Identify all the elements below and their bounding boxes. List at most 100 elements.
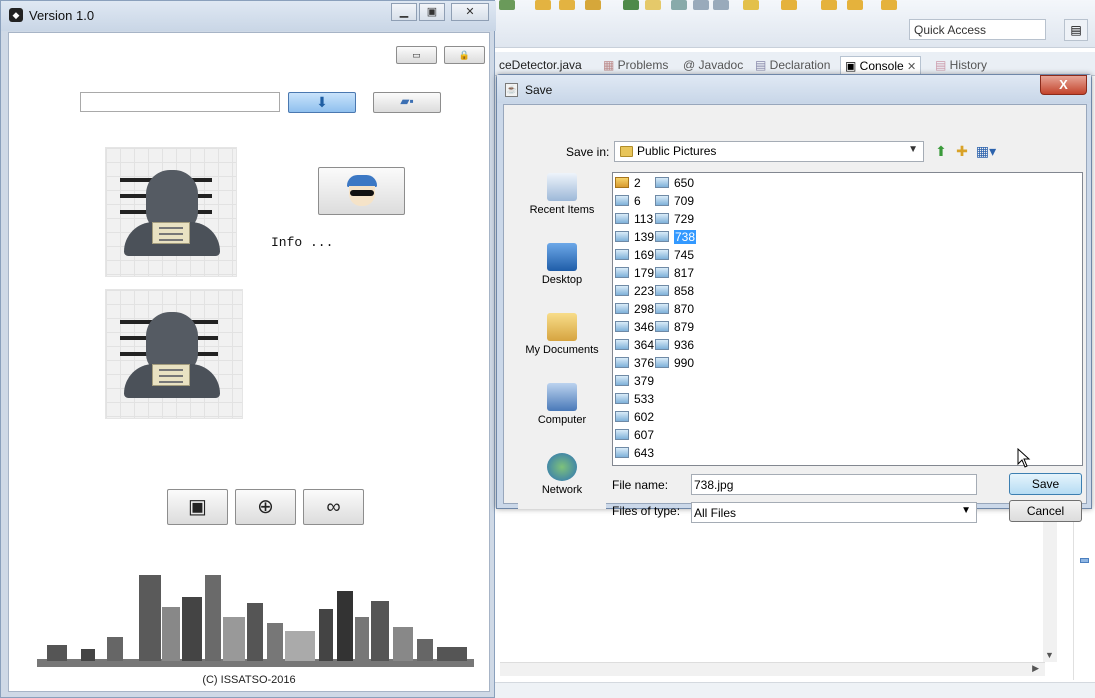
- file-list[interactable]: 2 6 113 139 169 179 223 298 346 364 376 379 533 602 60…: [612, 172, 1083, 466]
- close-icon[interactable]: ✕: [907, 61, 916, 73]
- file-item[interactable]: 607: [615, 427, 654, 443]
- file-item[interactable]: 709: [655, 193, 694, 209]
- file-name: 738: [674, 230, 697, 244]
- file-item[interactable]: 936: [655, 337, 694, 353]
- file-item[interactable]: 879: [655, 319, 694, 335]
- up-arrow-icon[interactable]: [781, 0, 797, 10]
- scroll-right-icon[interactable]: ▶: [1032, 663, 1039, 674]
- columns-icon[interactable]: [713, 0, 729, 10]
- run-icon[interactable]: [499, 0, 515, 10]
- id-badge-button[interactable]: ▣: [167, 489, 228, 525]
- download-button[interactable]: ⬇: [288, 92, 356, 113]
- file-item[interactable]: 858: [655, 283, 694, 299]
- file-name: 6: [634, 194, 641, 208]
- place-desktop[interactable]: Desktop: [518, 243, 606, 286]
- back-arrow-icon[interactable]: [821, 0, 837, 10]
- file-item[interactable]: 2: [615, 175, 641, 191]
- file-item[interactable]: 379: [615, 373, 654, 389]
- path-input[interactable]: [80, 92, 280, 112]
- file-item[interactable]: 729: [655, 211, 694, 227]
- file-item[interactable]: 298: [615, 301, 654, 317]
- tab-console[interactable]: ▣ Console ✕: [840, 56, 922, 76]
- image-file-icon: [615, 339, 629, 350]
- back-icon[interactable]: [847, 0, 863, 10]
- mugshot-image-bottom: [105, 289, 243, 419]
- tab-history[interactable]: ▤ History: [935, 56, 987, 76]
- view-menu-icon[interactable]: ▦▾: [974, 143, 998, 159]
- camera-button[interactable]: ▰▪: [373, 92, 441, 113]
- pin-icon[interactable]: [623, 0, 639, 10]
- file-item[interactable]: 870: [655, 301, 694, 317]
- image-file-icon: [615, 321, 629, 332]
- tab-declaration-label: Declaration: [769, 58, 831, 72]
- file-item[interactable]: 602: [615, 409, 654, 425]
- file-item[interactable]: 364: [615, 337, 654, 353]
- place-my-documents[interactable]: My Documents: [518, 313, 606, 356]
- place-computer[interactable]: Computer: [518, 383, 606, 426]
- dialog-titlebar: ☕ Save X: [497, 75, 1091, 103]
- save-button[interactable]: Save: [1009, 473, 1082, 495]
- folder-icon[interactable]: [559, 0, 575, 10]
- file-name: 298: [634, 302, 655, 316]
- tab-problems[interactable]: ▦ Problems: [603, 56, 668, 76]
- open-perspective-icon[interactable]: ▤: [1064, 19, 1088, 41]
- file-item[interactable]: 113: [615, 211, 653, 227]
- ruler-marker[interactable]: [1080, 558, 1089, 563]
- maximize-button[interactable]: ▣: [419, 3, 445, 21]
- file-item[interactable]: 139: [615, 229, 654, 245]
- dialog-close-button[interactable]: X: [1040, 75, 1087, 95]
- page-icon[interactable]: [693, 0, 709, 10]
- file-item[interactable]: 738: [655, 229, 697, 245]
- file-name: 169: [634, 248, 655, 262]
- new-folder-icon[interactable]: ✚: [953, 143, 971, 159]
- file-item[interactable]: 179: [615, 265, 654, 281]
- police-officer-button[interactable]: [318, 167, 405, 215]
- up-folder-icon[interactable]: ⬆: [932, 143, 950, 159]
- fingerprint-search-button[interactable]: ⊕: [235, 489, 296, 525]
- console-icon: ▣: [845, 59, 860, 73]
- save-in-dropdown[interactable]: Public Pictures ▼: [614, 141, 924, 162]
- file-item[interactable]: 643: [615, 445, 654, 461]
- open-folder-icon[interactable]: [535, 0, 551, 10]
- place-network[interactable]: Network: [518, 453, 606, 496]
- bulb-icon[interactable]: [743, 0, 759, 10]
- image-file-icon: [615, 447, 629, 458]
- file-item[interactable]: 169: [615, 247, 654, 263]
- horizontal-scrollbar[interactable]: ▶: [500, 662, 1045, 676]
- place-recent-items[interactable]: Recent Items: [518, 173, 606, 216]
- forward-arrow-icon[interactable]: [881, 0, 897, 10]
- scroll-down-icon[interactable]: ▼: [1045, 650, 1054, 660]
- file-item[interactable]: 533: [615, 391, 654, 407]
- file-item[interactable]: 376: [615, 355, 654, 371]
- tab-javadoc[interactable]: @ Javadoc: [683, 56, 743, 76]
- quick-access-input[interactable]: Quick Access: [909, 19, 1046, 40]
- id-card-button[interactable]: ▭: [396, 46, 437, 64]
- file-item[interactable]: 6: [615, 193, 641, 209]
- file-item[interactable]: 817: [655, 265, 694, 281]
- file-name: 113: [634, 212, 654, 226]
- file-item[interactable]: 745: [655, 247, 694, 263]
- file-item[interactable]: 223: [615, 283, 654, 299]
- image-file-icon: [655, 357, 669, 368]
- close-button[interactable]: ✕: [451, 3, 489, 21]
- file-item[interactable]: 346: [615, 319, 654, 335]
- tab-declaration[interactable]: ▤ Declaration: [755, 56, 830, 76]
- file-name-input[interactable]: 738.jpg: [691, 474, 977, 495]
- lock-button[interactable]: 🔒: [444, 46, 485, 64]
- image-file-icon: [615, 375, 629, 386]
- file-item[interactable]: 990: [655, 355, 694, 371]
- handcuffs-button[interactable]: ∞: [303, 489, 364, 525]
- pencil-icon[interactable]: [585, 0, 601, 10]
- tab-editor-file[interactable]: ceDetector.java: [499, 56, 582, 76]
- file-name: 139: [634, 230, 655, 244]
- cancel-button[interactable]: Cancel: [1009, 500, 1082, 522]
- file-type-dropdown[interactable]: All Files ▼: [691, 502, 977, 523]
- toggle-icon[interactable]: [671, 0, 687, 10]
- vertical-scrollbar[interactable]: ▼: [1043, 510, 1057, 662]
- image-file-icon: [655, 321, 669, 332]
- problems-icon: ▦: [603, 58, 618, 72]
- highlight-icon[interactable]: [645, 0, 661, 10]
- minimize-button[interactable]: ▁: [391, 3, 417, 21]
- file-item[interactable]: 650: [655, 175, 694, 191]
- file-name: 879: [674, 320, 695, 334]
